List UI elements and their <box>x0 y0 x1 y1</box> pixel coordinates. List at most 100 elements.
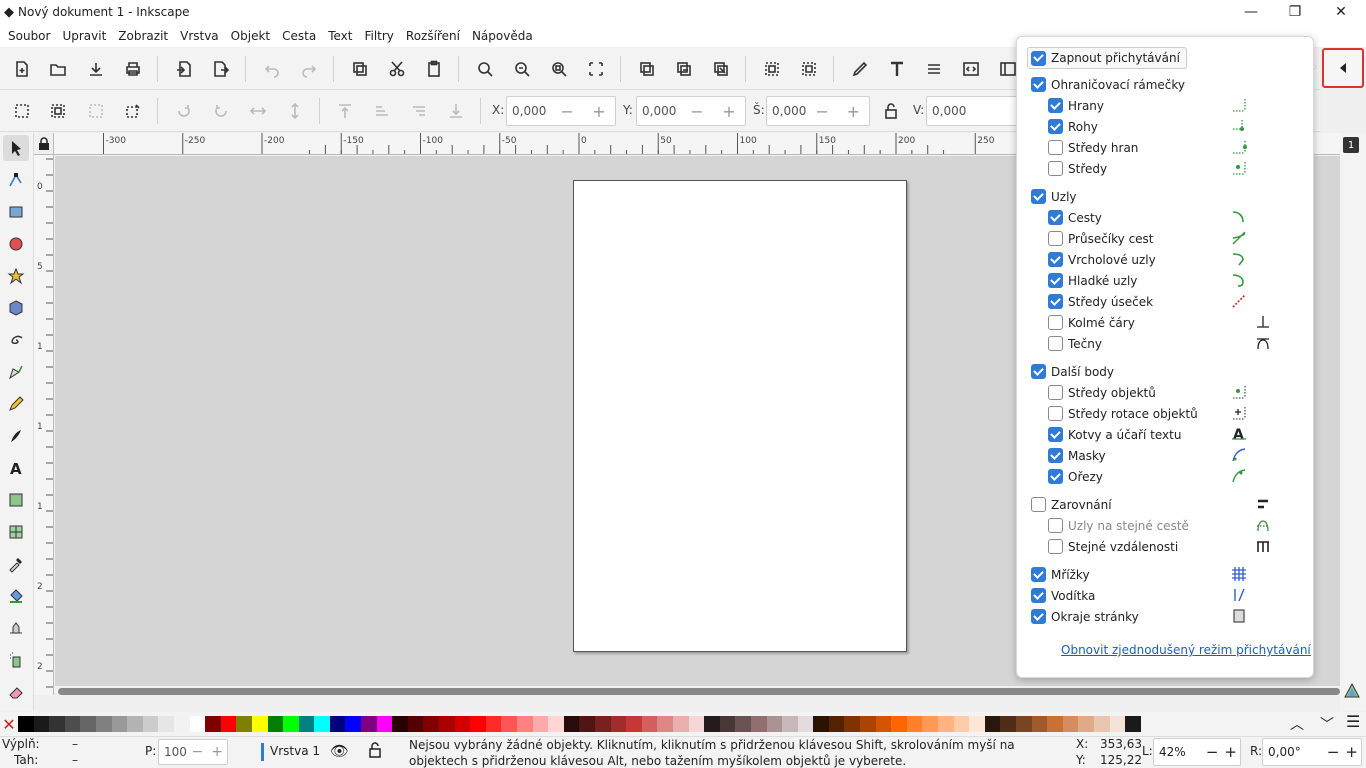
palette-swatch[interactable] <box>938 716 954 732</box>
spray-tool-icon[interactable] <box>3 647 29 673</box>
palette-swatch[interactable] <box>860 716 876 732</box>
palette-swatch[interactable] <box>407 716 424 732</box>
ellipse-tool-icon[interactable] <box>3 231 29 257</box>
menu-extensions[interactable]: Rozšíření <box>400 29 466 43</box>
height-field[interactable]: 0,000 <box>926 96 1026 126</box>
snap-masks[interactable]: Masky <box>1048 445 1106 466</box>
palette-swatch[interactable] <box>470 716 486 732</box>
pencil-tool-icon[interactable] <box>3 391 29 417</box>
snap-rotation-centers[interactable]: Středy rotace objektů <box>1048 403 1198 424</box>
ruler-lock-icon[interactable] <box>34 133 54 155</box>
palette-swatch[interactable] <box>376 716 393 732</box>
undo-icon[interactable] <box>259 56 285 82</box>
palette-swatch[interactable] <box>828 716 845 732</box>
palette-swatch[interactable] <box>594 716 611 732</box>
snap-smooth-nodes[interactable]: Hladké uzly <box>1048 270 1137 291</box>
snap-others-group[interactable]: Další body <box>1031 361 1114 382</box>
palette-swatch[interactable] <box>891 716 907 732</box>
snap-page-borders[interactable]: Okraje stránky <box>1031 606 1139 627</box>
clone-icon[interactable] <box>671 56 697 82</box>
palette-swatch[interactable] <box>719 716 736 732</box>
text-font-icon[interactable] <box>884 56 910 82</box>
palette-swatch[interactable] <box>782 716 798 732</box>
flip-vertical-icon[interactable] <box>282 98 308 124</box>
snap-bbox-centers[interactable]: Středy <box>1048 158 1107 179</box>
rotation-field[interactable]: 0,00° − + <box>1262 738 1362 766</box>
palette-swatch[interactable] <box>189 716 206 732</box>
select-all-layers-icon[interactable] <box>45 98 71 124</box>
dropper-tool-icon[interactable] <box>3 551 29 577</box>
rectangle-tool-icon[interactable] <box>3 199 29 225</box>
snap-bbox-corners[interactable]: Rohy <box>1048 116 1098 137</box>
3d-box-tool-icon[interactable] <box>3 295 29 321</box>
raise-to-top-icon[interactable] <box>332 98 358 124</box>
palette-swatch[interactable] <box>688 716 705 732</box>
palette-swatch[interactable] <box>813 716 829 732</box>
menu-edit[interactable]: Upravit <box>56 29 112 43</box>
palette-swatch[interactable] <box>704 716 720 732</box>
menu-layer[interactable]: Vrstva <box>174 29 225 43</box>
palette-swatch[interactable] <box>1093 716 1110 732</box>
paint-bucket-tool-icon[interactable] <box>3 583 29 609</box>
lower-icon[interactable] <box>406 98 432 124</box>
palette-swatch[interactable] <box>969 716 985 732</box>
maximize-button[interactable]: ❐ <box>1272 0 1318 24</box>
open-folder-icon[interactable] <box>45 56 71 82</box>
gradient-tool-icon[interactable] <box>3 487 29 513</box>
duplicate-icon[interactable] <box>634 56 660 82</box>
palette-swatch[interactable] <box>906 716 923 732</box>
palette-swatch[interactable] <box>844 716 861 732</box>
palette-swatch[interactable] <box>251 716 268 732</box>
palette-swatch[interactable] <box>49 716 65 732</box>
stroke-value[interactable]: – <box>72 753 78 767</box>
snap-path-intersections[interactable]: Průsečíky cest <box>1048 228 1154 249</box>
palette-swatch[interactable] <box>345 716 362 732</box>
palette-swatch[interactable] <box>1062 716 1079 732</box>
snap-bbox-edges[interactable]: Hrany <box>1048 95 1104 116</box>
spiral-tool-icon[interactable] <box>3 327 29 353</box>
palette-swatch[interactable] <box>142 716 159 732</box>
import-icon[interactable] <box>171 56 197 82</box>
zoom-page-icon[interactable] <box>546 56 572 82</box>
palette-swatch[interactable] <box>329 716 346 732</box>
cut-icon[interactable] <box>384 56 410 82</box>
snap-alignment-group[interactable]: Zarovnání <box>1031 494 1112 515</box>
palette-swatch[interactable] <box>641 716 658 732</box>
current-layer[interactable]: Vrstva 1 <box>270 744 320 758</box>
selector-tool-icon[interactable] <box>3 135 29 161</box>
palette-swatch[interactable] <box>657 716 673 732</box>
calligraphy-tool-icon[interactable] <box>3 423 29 449</box>
snap-clips[interactable]: Ořezy <box>1048 466 1103 487</box>
zoom-width-icon[interactable] <box>583 56 609 82</box>
palette-swatch[interactable] <box>95 716 112 732</box>
palette-swatch[interactable] <box>158 716 174 732</box>
flip-horizontal-icon[interactable] <box>245 98 271 124</box>
snap-bbox-edge-midpoints[interactable]: Středy hran <box>1048 137 1138 158</box>
menu-text[interactable]: Text <box>322 29 358 43</box>
snap-object-centers[interactable]: Středy objektů <box>1048 382 1156 403</box>
eye-icon[interactable]: 👁 <box>330 742 349 760</box>
select-all-icon[interactable] <box>9 98 35 124</box>
palette-swatch[interactable] <box>610 716 627 732</box>
palette-swatch[interactable] <box>750 716 767 732</box>
palette-swatch[interactable] <box>267 716 284 732</box>
zoom-drawing-icon[interactable] <box>509 56 535 82</box>
palette-swatch[interactable] <box>563 716 580 732</box>
snap-popover-toggle-button[interactable] <box>1322 48 1364 88</box>
snap-tangents[interactable]: Tečny <box>1048 333 1102 354</box>
x-field[interactable]: 0,000− + <box>506 96 616 126</box>
palette-swatch[interactable] <box>236 716 252 732</box>
fill-value[interactable]: – <box>72 737 78 751</box>
group-icon[interactable] <box>759 56 785 82</box>
palette-swatch[interactable] <box>111 716 128 732</box>
node-tool-icon[interactable] <box>3 167 29 193</box>
palette-swatch[interactable] <box>64 716 81 732</box>
palette-swatch[interactable] <box>80 716 96 732</box>
palette-swatch[interactable] <box>33 716 50 732</box>
menu-file[interactable]: Soubor <box>2 29 56 43</box>
palette-swatch[interactable] <box>797 716 814 732</box>
menu-object[interactable]: Objekt <box>225 29 276 43</box>
zoom-selection-icon[interactable] <box>472 56 498 82</box>
palette-swatch[interactable] <box>454 716 471 732</box>
lock-ratio-icon[interactable] <box>878 98 904 124</box>
